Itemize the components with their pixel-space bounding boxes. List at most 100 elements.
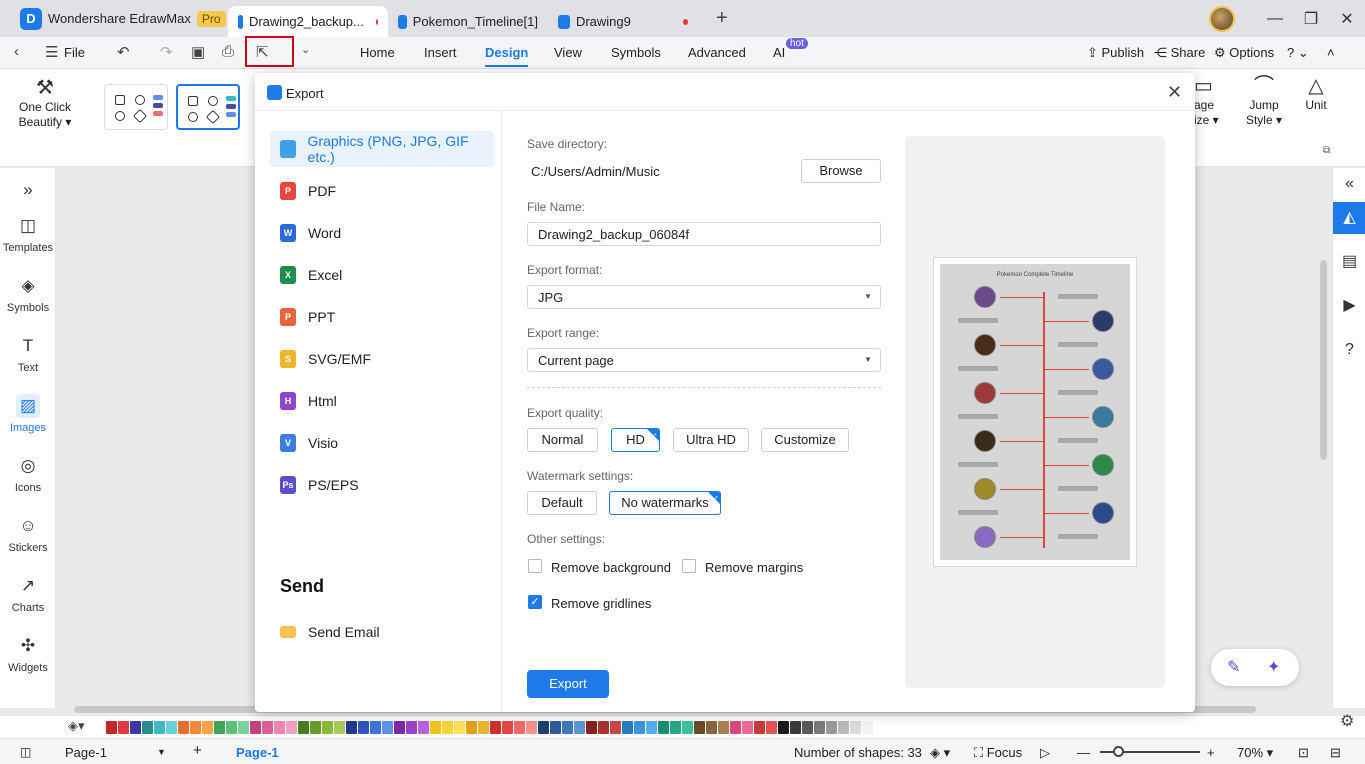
presentation-icon[interactable]: ▶ bbox=[1333, 290, 1365, 322]
tab-view[interactable]: View bbox=[554, 45, 582, 60]
options-button[interactable]: ⚙ Options bbox=[1214, 45, 1274, 61]
minimize-icon[interactable]: — bbox=[1257, 10, 1293, 28]
color-swatch[interactable] bbox=[526, 720, 537, 734]
page-selector[interactable]: Page-1 ▼ bbox=[65, 745, 166, 760]
color-swatch[interactable] bbox=[658, 720, 669, 734]
quality-normal-button[interactable]: Normal bbox=[527, 428, 598, 452]
publish-button[interactable]: ⇪ Publish bbox=[1087, 45, 1144, 61]
color-swatch[interactable] bbox=[334, 720, 345, 734]
color-swatch[interactable] bbox=[514, 720, 525, 734]
focus-button[interactable]: ⛶ Focus bbox=[974, 745, 1022, 761]
color-swatch[interactable] bbox=[682, 720, 693, 734]
color-swatch[interactable] bbox=[430, 720, 441, 734]
color-swatch[interactable] bbox=[574, 720, 585, 734]
layers-icon[interactable]: ◈ ▾ bbox=[930, 745, 950, 761]
format-graphics[interactable]: Graphics (PNG, JPG, GIF etc.) bbox=[270, 131, 494, 167]
sidebar-item-text[interactable]: T Text bbox=[0, 334, 56, 374]
color-swatch[interactable] bbox=[370, 720, 381, 734]
ribbon-expand-icon[interactable]: ⧉ bbox=[1323, 145, 1330, 156]
ai-sparkle-icon[interactable]: ✦ bbox=[1267, 657, 1280, 677]
file-menu[interactable]: File bbox=[64, 45, 85, 60]
color-swatch[interactable] bbox=[214, 720, 225, 734]
color-swatch[interactable] bbox=[442, 720, 453, 734]
color-swatch[interactable] bbox=[418, 720, 429, 734]
new-tab-plus-icon[interactable]: + bbox=[716, 7, 728, 30]
color-swatch[interactable] bbox=[778, 720, 789, 734]
unit-button[interactable]: △ Unit bbox=[1300, 76, 1332, 113]
redo-icon[interactable]: ↷ bbox=[160, 43, 173, 61]
color-swatch[interactable] bbox=[838, 720, 849, 734]
app-home-tab[interactable]: D Wondershare EdrawMax Pro bbox=[0, 0, 228, 37]
color-swatch[interactable] bbox=[310, 720, 321, 734]
color-swatch[interactable] bbox=[478, 720, 489, 734]
fit-page-icon[interactable]: ⊡ bbox=[1298, 745, 1309, 761]
page-properties-icon[interactable]: ▤ bbox=[1333, 246, 1365, 278]
sidebar-item-images[interactable]: ▨ Images bbox=[0, 394, 56, 434]
color-swatch[interactable] bbox=[262, 720, 273, 734]
format-html[interactable]: H Html bbox=[270, 383, 494, 419]
color-swatch[interactable] bbox=[550, 720, 561, 734]
color-swatch[interactable] bbox=[130, 720, 141, 734]
color-swatch[interactable] bbox=[802, 720, 813, 734]
format-visio[interactable]: V Visio bbox=[270, 425, 494, 461]
format-ps-eps[interactable]: Ps PS/EPS bbox=[270, 467, 494, 503]
share-button[interactable]: ⋲ Share bbox=[1154, 45, 1205, 61]
fill-bucket-icon[interactable]: ◭ bbox=[1333, 202, 1365, 234]
color-swatch[interactable] bbox=[850, 720, 861, 734]
page-size-button[interactable]: ▭ age ize ▾ bbox=[1194, 76, 1224, 128]
color-swatch[interactable] bbox=[154, 720, 165, 734]
file-name-input[interactable]: Drawing2_backup_06084f bbox=[527, 222, 881, 246]
color-swatch[interactable] bbox=[754, 720, 765, 734]
export-format-select[interactable]: JPG ▼ bbox=[527, 285, 881, 309]
remove-margins-checkbox[interactable] bbox=[682, 559, 696, 573]
restore-icon[interactable]: ❐ bbox=[1293, 9, 1329, 29]
quality-ultra-hd-button[interactable]: Ultra HD bbox=[673, 428, 749, 452]
send-email-button[interactable]: Send Email bbox=[270, 614, 494, 650]
ai-pen-icon[interactable]: ✎ bbox=[1227, 657, 1240, 677]
color-swatch[interactable] bbox=[394, 720, 405, 734]
browse-button[interactable]: Browse bbox=[801, 159, 881, 183]
format-svg-emf[interactable]: S SVG/EMF bbox=[270, 341, 494, 377]
color-swatch[interactable] bbox=[718, 720, 729, 734]
color-swatch[interactable] bbox=[322, 720, 333, 734]
print-icon[interactable]: ⎙ bbox=[222, 43, 234, 60]
color-swatch[interactable] bbox=[730, 720, 741, 734]
export-button[interactable]: Export bbox=[527, 670, 609, 698]
color-swatch[interactable] bbox=[382, 720, 393, 734]
help-circle-icon[interactable]: ? bbox=[1333, 334, 1365, 366]
settings-gear-icon[interactable]: ⚙ bbox=[1340, 711, 1354, 731]
collapse-right-panel-icon[interactable]: « bbox=[1333, 168, 1365, 200]
close-icon[interactable]: ✕ bbox=[1167, 82, 1182, 103]
color-swatch[interactable] bbox=[502, 720, 513, 734]
tab-design[interactable]: Design bbox=[485, 45, 529, 67]
format-word[interactable]: W Word bbox=[270, 215, 494, 251]
color-swatch[interactable] bbox=[466, 720, 477, 734]
watermark-default-button[interactable]: Default bbox=[527, 491, 597, 515]
color-swatch[interactable] bbox=[118, 720, 129, 734]
export-range-select[interactable]: Current page ▼ bbox=[527, 348, 881, 372]
more-chevron-icon[interactable]: ⌄ bbox=[301, 43, 310, 56]
color-swatch[interactable] bbox=[226, 720, 237, 734]
color-swatch[interactable] bbox=[358, 720, 369, 734]
sidebar-item-stickers[interactable]: ☺ Stickers bbox=[0, 514, 56, 554]
color-swatch[interactable] bbox=[274, 720, 285, 734]
no-watermarks-button[interactable]: No watermarks bbox=[609, 491, 721, 515]
color-swatch[interactable] bbox=[298, 720, 309, 734]
color-swatch[interactable] bbox=[766, 720, 777, 734]
tab-symbols[interactable]: Symbols bbox=[611, 45, 661, 60]
color-swatch[interactable] bbox=[742, 720, 753, 734]
color-swatch[interactable] bbox=[610, 720, 621, 734]
vertical-scrollbar[interactable] bbox=[1320, 260, 1327, 460]
color-swatch[interactable] bbox=[670, 720, 681, 734]
tab-ai[interactable]: AI bbox=[773, 45, 785, 60]
color-swatch[interactable] bbox=[694, 720, 705, 734]
page-tab-1[interactable]: Page-1 bbox=[236, 745, 279, 760]
document-tab-drawing9[interactable]: Drawing9 bbox=[548, 6, 698, 37]
color-swatch[interactable] bbox=[814, 720, 825, 734]
zoom-slider-handle[interactable] bbox=[1113, 746, 1124, 757]
tab-insert[interactable]: Insert bbox=[424, 45, 457, 60]
color-swatch[interactable] bbox=[166, 720, 177, 734]
expand-panel-icon[interactable]: » bbox=[0, 178, 56, 206]
color-swatch[interactable] bbox=[346, 720, 357, 734]
fullscreen-icon[interactable]: ⊟ bbox=[1330, 745, 1341, 761]
